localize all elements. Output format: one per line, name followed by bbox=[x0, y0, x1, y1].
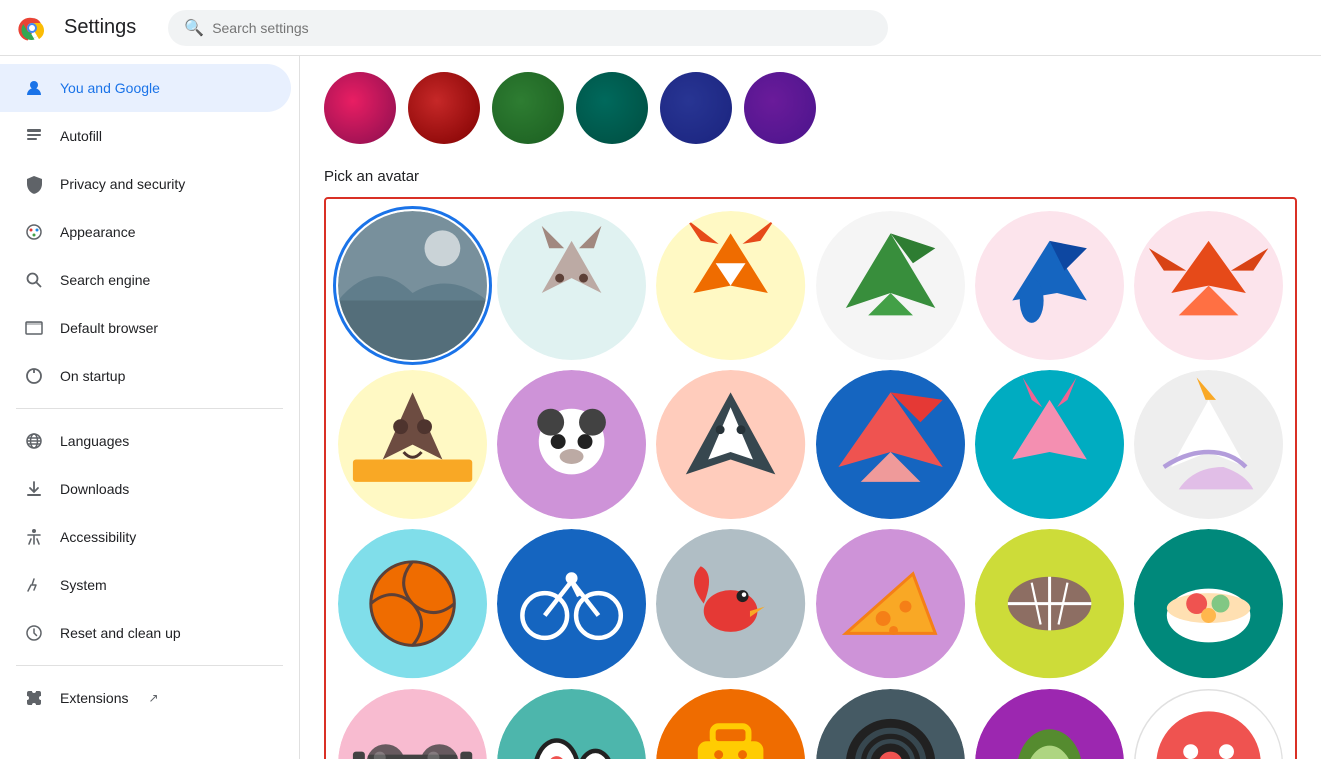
reset-icon bbox=[24, 623, 44, 643]
accessibility-icon bbox=[24, 527, 44, 547]
extensions-external-icon: ↗ bbox=[148, 691, 158, 705]
sidebar-label-autofill: Autofill bbox=[60, 128, 102, 144]
sidebar-label-search-engine: Search engine bbox=[60, 272, 150, 288]
main-content: Pick an avatar bbox=[300, 56, 1321, 759]
layout: You and Google Autofill Privacy and secu… bbox=[0, 56, 1321, 759]
downloads-icon bbox=[24, 479, 44, 499]
languages-icon bbox=[24, 431, 44, 451]
section-title: Pick an avatar bbox=[324, 168, 1297, 185]
avatar-rabbit-origami[interactable] bbox=[975, 370, 1124, 519]
avatar-red-bird[interactable] bbox=[656, 529, 805, 678]
sidebar-label-extensions: Extensions bbox=[60, 690, 128, 706]
sidebar-label-privacy: Privacy and security bbox=[60, 176, 185, 192]
sidebar-label-accessibility: Accessibility bbox=[60, 529, 136, 545]
privacy-icon bbox=[24, 174, 44, 194]
avatar-vinyl-record[interactable] bbox=[816, 689, 965, 759]
avatar-grid bbox=[338, 211, 1283, 759]
default-browser-icon bbox=[24, 318, 44, 338]
color-swatch-1[interactable] bbox=[324, 72, 396, 144]
color-swatch-3[interactable] bbox=[492, 72, 564, 144]
avatar-penguin-origami[interactable] bbox=[656, 370, 805, 519]
sidebar-item-system[interactable]: System bbox=[0, 561, 291, 609]
on-startup-icon bbox=[24, 366, 44, 386]
sidebar-divider-2 bbox=[16, 665, 283, 666]
sidebar-label-default-browser: Default browser bbox=[60, 320, 158, 336]
avatar-basketball[interactable] bbox=[338, 529, 487, 678]
sidebar-label-downloads: Downloads bbox=[60, 481, 129, 497]
avatar-landscape[interactable] bbox=[338, 211, 487, 360]
avatar-football[interactable] bbox=[975, 529, 1124, 678]
avatar-panda-origami[interactable] bbox=[497, 370, 646, 519]
color-swatch-5[interactable] bbox=[660, 72, 732, 144]
avatar-elephant-origami[interactable] bbox=[975, 211, 1124, 360]
sidebar-label-reset: Reset and clean up bbox=[60, 625, 181, 641]
avatar-fox-origami[interactable] bbox=[656, 211, 805, 360]
sidebar: You and Google Autofill Privacy and secu… bbox=[0, 56, 300, 759]
autofill-icon bbox=[24, 126, 44, 146]
avatar-cat-origami[interactable] bbox=[497, 211, 646, 360]
sidebar-label-appearance: Appearance bbox=[60, 224, 136, 240]
chrome-logo-icon bbox=[16, 12, 48, 44]
color-swatches-row bbox=[324, 56, 1297, 168]
sidebar-label-languages: Languages bbox=[60, 433, 129, 449]
avatar-grid-wrapper bbox=[324, 197, 1297, 759]
avatar-bag[interactable] bbox=[656, 689, 805, 759]
sidebar-label-you-and-google: You and Google bbox=[60, 80, 160, 96]
person-icon bbox=[24, 78, 44, 98]
avatar-avocado[interactable] bbox=[975, 689, 1124, 759]
topbar: Settings 🔍 bbox=[0, 0, 1321, 56]
sidebar-item-autofill[interactable]: Autofill bbox=[0, 112, 291, 160]
sidebar-item-privacy[interactable]: Privacy and security bbox=[0, 160, 291, 208]
color-swatch-2[interactable] bbox=[408, 72, 480, 144]
avatar-dragon-origami[interactable] bbox=[816, 211, 965, 360]
sidebar-item-appearance[interactable]: Appearance bbox=[0, 208, 291, 256]
system-icon bbox=[24, 575, 44, 595]
avatar-sunglasses[interactable] bbox=[338, 689, 487, 759]
sidebar-item-languages[interactable]: Languages bbox=[0, 417, 291, 465]
page-title: Settings bbox=[64, 16, 136, 39]
avatar-smiley[interactable] bbox=[1134, 689, 1283, 759]
avatar-unicorn-origami[interactable] bbox=[1134, 370, 1283, 519]
search-icon: 🔍 bbox=[184, 18, 204, 38]
avatar-sushi-rolls[interactable] bbox=[497, 689, 646, 759]
search-input[interactable] bbox=[212, 20, 872, 36]
sidebar-item-search-engine[interactable]: Search engine bbox=[0, 256, 291, 304]
avatar-food-bowl[interactable] bbox=[1134, 529, 1283, 678]
sidebar-item-you-and-google[interactable]: You and Google bbox=[0, 64, 291, 112]
avatar-bird-origami[interactable] bbox=[816, 370, 965, 519]
sidebar-item-reset[interactable]: Reset and clean up bbox=[0, 609, 291, 657]
sidebar-item-default-browser[interactable]: Default browser bbox=[0, 304, 291, 352]
color-swatch-6[interactable] bbox=[744, 72, 816, 144]
avatar-crab-origami[interactable] bbox=[1134, 211, 1283, 360]
sidebar-item-on-startup[interactable]: On startup bbox=[0, 352, 291, 400]
avatar-monkey-origami[interactable] bbox=[338, 370, 487, 519]
search-engine-icon bbox=[24, 270, 44, 290]
sidebar-label-system: System bbox=[60, 577, 107, 593]
sidebar-label-on-startup: On startup bbox=[60, 368, 125, 384]
sidebar-item-accessibility[interactable]: Accessibility bbox=[0, 513, 291, 561]
sidebar-item-downloads[interactable]: Downloads bbox=[0, 465, 291, 513]
extensions-icon bbox=[24, 688, 44, 708]
avatar-bicycle[interactable] bbox=[497, 529, 646, 678]
avatar-cheese[interactable] bbox=[816, 529, 965, 678]
search-bar[interactable]: 🔍 bbox=[168, 10, 888, 46]
sidebar-divider-1 bbox=[16, 408, 283, 409]
sidebar-item-extensions[interactable]: Extensions ↗ bbox=[0, 674, 291, 722]
appearance-icon bbox=[24, 222, 44, 242]
color-swatch-4[interactable] bbox=[576, 72, 648, 144]
